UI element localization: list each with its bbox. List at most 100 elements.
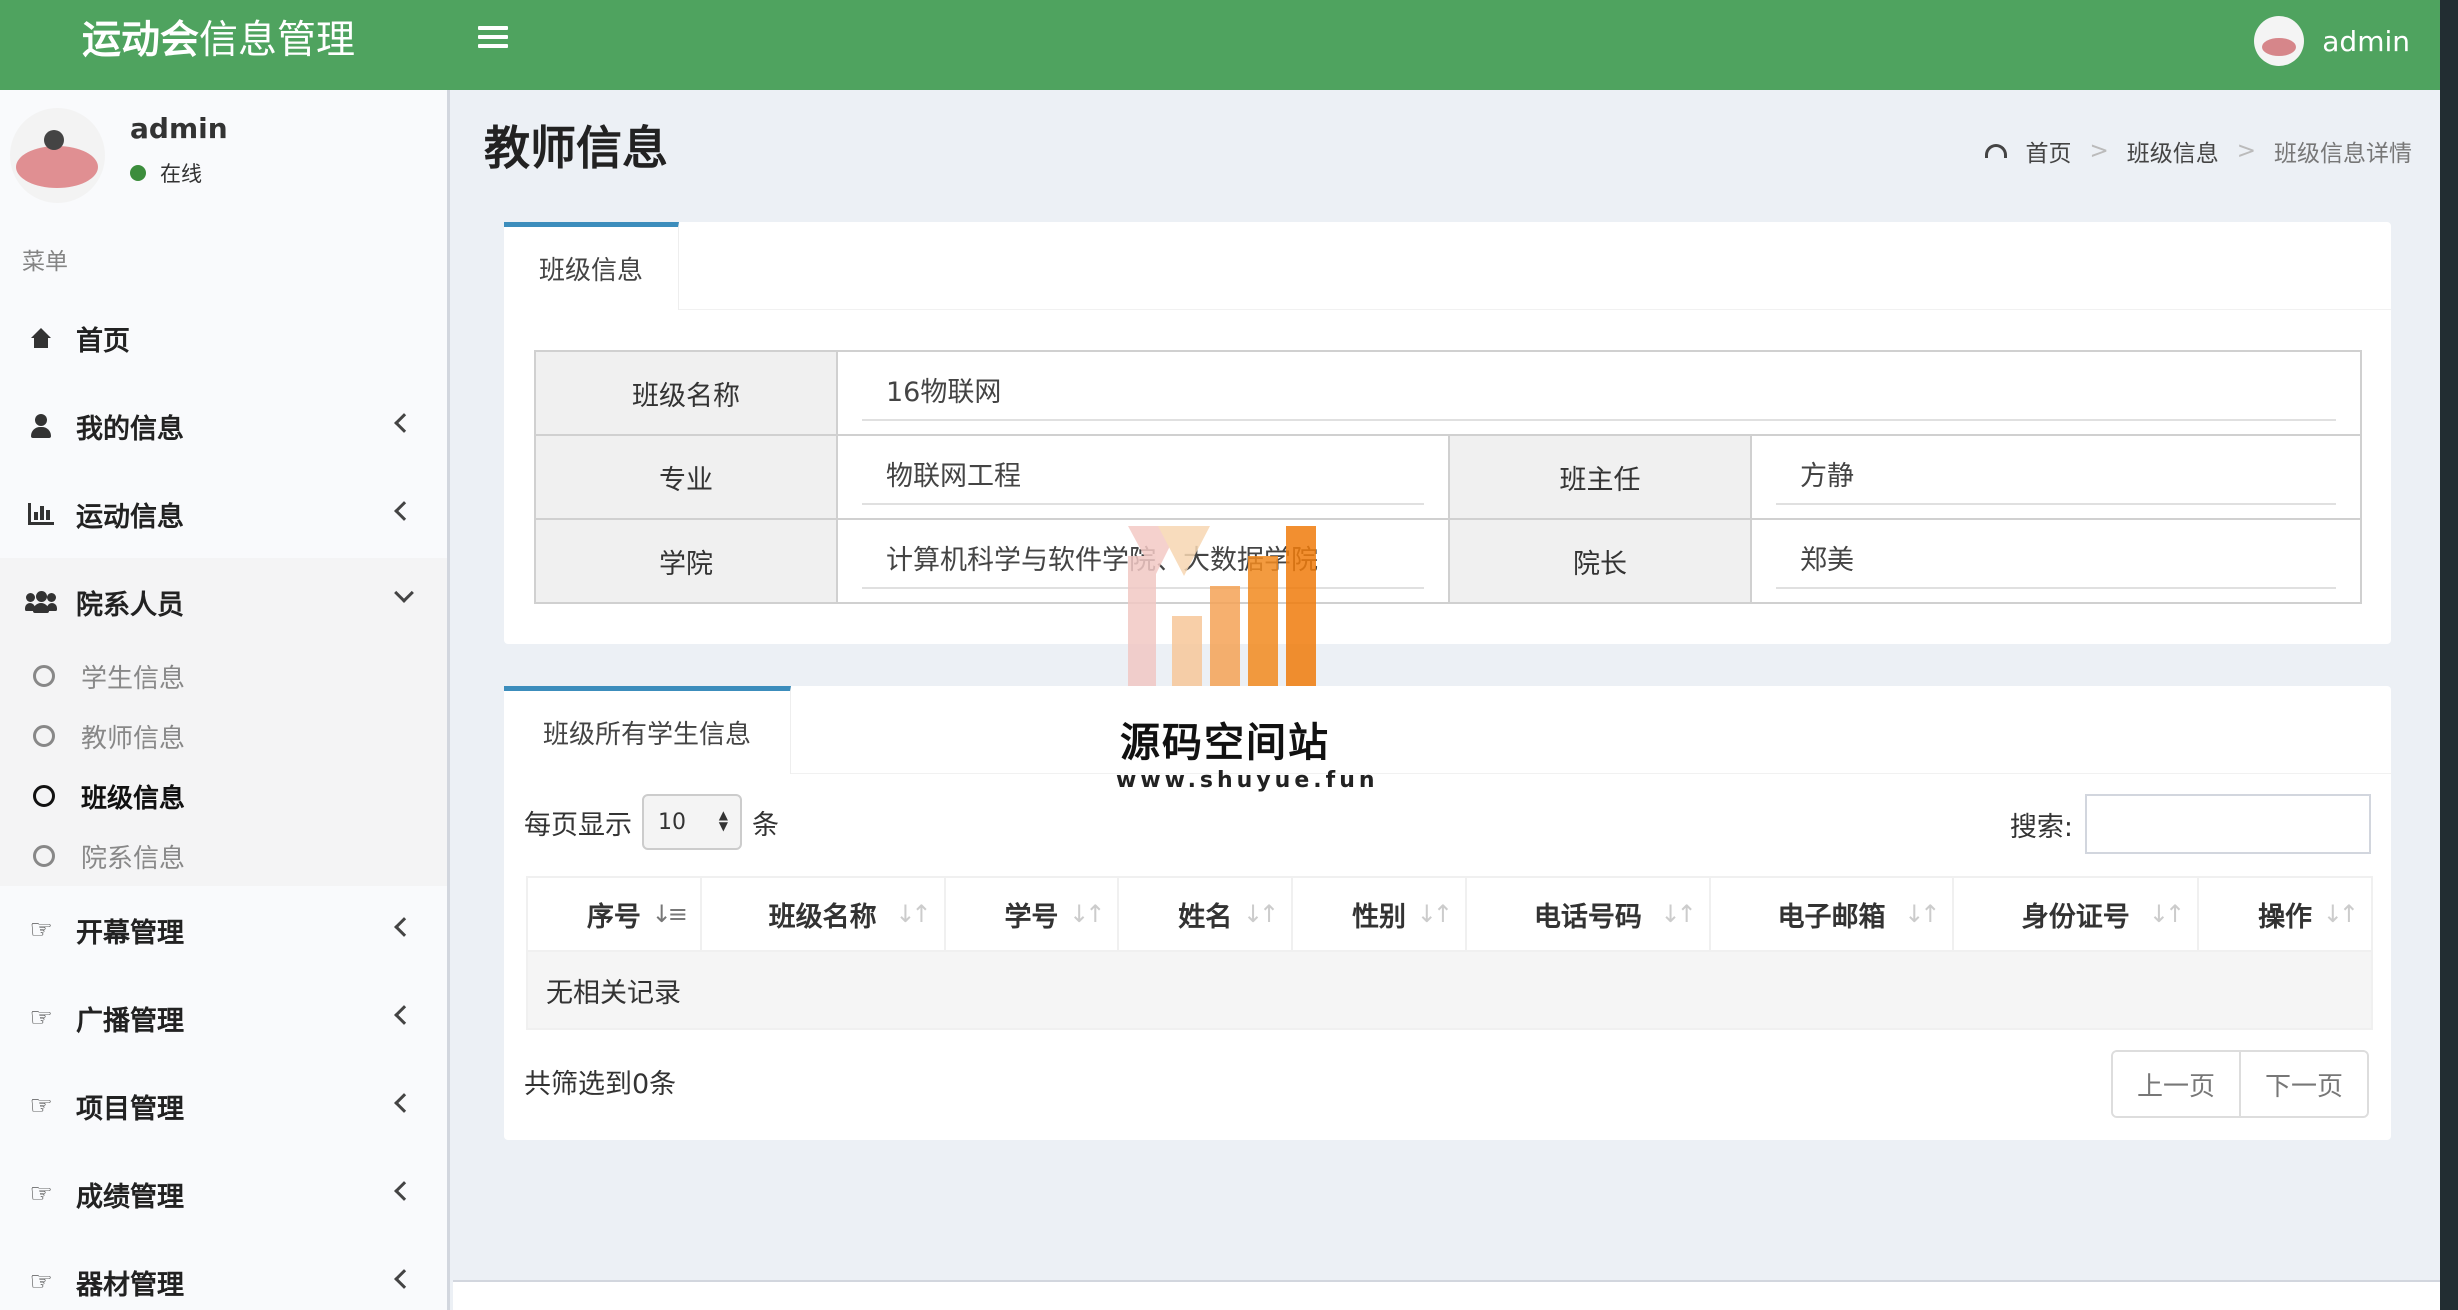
user-icon: [30, 414, 52, 438]
sidebar-item-label: 项目管理: [76, 1093, 184, 1125]
sidebar-item-label: 院系人员: [76, 589, 184, 621]
chevron-left-icon: [394, 917, 414, 937]
online-status: 在线: [130, 158, 202, 188]
class-info-tabs: 班级信息: [504, 222, 2391, 310]
watermark-title: 源码空间站: [1120, 720, 1330, 766]
header-username: admin: [2322, 24, 2410, 58]
column-header-name[interactable]: 姓名 ↓↑: [1117, 876, 1294, 952]
logo-light-text: 信息管理: [199, 18, 356, 63]
column-header-actions[interactable]: 操作 ↓↑: [2197, 876, 2373, 952]
major-label: 专业: [534, 434, 838, 520]
sidebar-item-scores[interactable]: ☞ 成绩管理: [0, 1150, 447, 1238]
tab-class-info[interactable]: 班级信息: [504, 222, 679, 310]
head-teacher-value: 方静: [1776, 449, 2336, 505]
dean-value: 郑美: [1776, 533, 2336, 589]
next-page-button[interactable]: 下一页: [2238, 1052, 2367, 1116]
sidebar-item-label: 广播管理: [76, 1005, 184, 1037]
students-table: 序号 ↓≡ 班级名称 ↓↑ 学号 ↓↑ 姓名 ↓↑ 性别 ↓↑ 电话号码 ↓↑ 电子邮箱 ↓↑…: [526, 876, 2373, 1030]
column-header-index[interactable]: 序号 ↓≡: [526, 876, 702, 952]
sidebar-item-label: 学生信息: [81, 663, 186, 694]
sidebar-item-teachers[interactable]: 教师信息: [0, 706, 447, 766]
search-label: 搜索:: [2009, 811, 2073, 843]
sidebar-item-label: 器材管理: [76, 1269, 184, 1301]
class-info-table: 班级名称 16物联网 专业 物联网工程 班主任 方静 学院 计算机科学与软件学院…: [534, 350, 2362, 604]
select-arrows-icon: ▲ ▼: [718, 808, 728, 833]
column-header-phone[interactable]: 电话号码 ↓↑: [1464, 876, 1711, 952]
sidebar-item-opening[interactable]: ☞ 开幕管理: [0, 886, 447, 974]
status-dot-icon: [130, 165, 146, 181]
column-header-student-id[interactable]: 学号 ↓↑: [943, 876, 1120, 952]
sidebar-item-classes[interactable]: 班级信息: [0, 766, 447, 826]
dashboard-icon: [1985, 144, 2008, 158]
status-text: 在线: [160, 162, 202, 186]
sidebar-item-students[interactable]: 学生信息: [0, 646, 447, 706]
logo-bold-text: 运动会: [82, 18, 200, 63]
students-tabs: 班级所有学生信息: [504, 686, 2391, 774]
user-panel: admin 在线: [10, 108, 440, 208]
watermark-url: www.shuyue.fun: [1116, 768, 1379, 793]
sidebar-item-label: 运动信息: [76, 501, 184, 533]
column-header-gender[interactable]: 性别 ↓↑: [1291, 876, 1467, 952]
chevron-left-icon: [394, 1093, 414, 1113]
sidebar-username: admin: [130, 112, 228, 145]
chevron-left-icon: [394, 1181, 414, 1201]
user-menu[interactable]: admin: [2254, 14, 2410, 68]
thumbs-up-icon: ☞: [29, 1179, 53, 1209]
thumbs-up-icon: ☞: [29, 1003, 53, 1033]
sidebar-toggle-icon[interactable]: [478, 26, 508, 52]
page-length-control: 每页显示 10 ▲ ▼ 条: [524, 794, 779, 850]
bar-chart-icon: [28, 503, 54, 525]
sidebar-item-departments[interactable]: 院系信息: [0, 826, 447, 886]
sidebar: admin 在线 菜单 首页 我的信息 运动信息 院系人员 学生信息 教师信息 …: [0, 90, 450, 1310]
thumbs-up-icon: ☞: [29, 1267, 53, 1297]
home-icon: [29, 328, 53, 348]
page-length-select[interactable]: 10 ▲ ▼: [642, 794, 742, 850]
page-length-suffix: 条: [752, 809, 779, 841]
column-header-class-name[interactable]: 班级名称 ↓↑: [699, 876, 946, 952]
breadcrumb: 首页 > 班级信息 > 班级信息详情: [1985, 134, 2412, 168]
sidebar-item-label: 成绩管理: [76, 1181, 184, 1213]
breadcrumb-home[interactable]: 首页: [2025, 134, 2071, 168]
pagination: 上一页 下一页: [2110, 1050, 2369, 1118]
prev-page-button[interactable]: 上一页: [2112, 1052, 2239, 1116]
sort-icon: ↓↑: [1242, 900, 1279, 928]
thumbs-up-icon: ☞: [29, 915, 53, 945]
chevron-left-icon: [394, 413, 414, 433]
page-length-prefix: 每页显示: [524, 809, 632, 841]
chevron-left-icon: [394, 501, 414, 521]
faculty-submenu: 学生信息 教师信息 班级信息 院系信息: [0, 646, 447, 886]
table-row: 无相关记录: [526, 950, 2373, 1030]
circle-icon: [33, 845, 55, 867]
column-header-email[interactable]: 电子邮箱 ↓↑: [1708, 876, 1955, 952]
head-teacher-label: 班主任: [1448, 434, 1752, 520]
tab-class-students[interactable]: 班级所有学生信息: [504, 686, 791, 774]
column-header-id-card[interactable]: 身份证号 ↓↑: [1952, 876, 2200, 952]
sidebar-item-equipment[interactable]: ☞ 器材管理: [0, 1238, 447, 1310]
sort-icon: ↓↑: [2322, 900, 2359, 928]
sidebar-item-faculty[interactable]: 院系人员: [0, 558, 447, 646]
circle-icon: [33, 785, 55, 807]
chevron-down-icon: [394, 583, 414, 603]
dean-label: 院长: [1448, 518, 1752, 604]
window-edge: [2440, 0, 2458, 1310]
app-logo[interactable]: 运动会信息管理: [0, 0, 450, 90]
sort-icon: ↓↑: [2148, 900, 2185, 928]
class-name-value: 16物联网: [862, 365, 2336, 421]
students-box: 班级所有学生信息 每页显示 10 ▲ ▼ 条 搜索: 序号 ↓≡ 班级名称 ↓↑ 学号…: [504, 686, 2391, 1140]
sort-icon: ↓↑: [1660, 900, 1696, 928]
sidebar-item-home[interactable]: 首页: [0, 294, 447, 382]
sidebar-item-sports-info[interactable]: 运动信息: [0, 470, 447, 558]
search-control: 搜索:: [2010, 794, 2371, 854]
sidebar-item-broadcast[interactable]: ☞ 广播管理: [0, 974, 447, 1062]
sidebar-item-label: 教师信息: [81, 723, 186, 754]
page-title: 教师信息: [484, 121, 668, 175]
sidebar-item-my-info[interactable]: 我的信息: [0, 382, 447, 470]
sidebar-item-label: 首页: [76, 325, 130, 357]
chevron-left-icon: [394, 1005, 414, 1025]
search-input[interactable]: [2085, 794, 2371, 854]
thumbs-up-icon: ☞: [29, 1091, 53, 1121]
breadcrumb-classes[interactable]: 班级信息: [2127, 134, 2219, 168]
sort-icon: ↓↑: [895, 900, 931, 928]
page-length-value: 10: [658, 809, 686, 835]
sidebar-item-events[interactable]: ☞ 项目管理: [0, 1062, 447, 1150]
